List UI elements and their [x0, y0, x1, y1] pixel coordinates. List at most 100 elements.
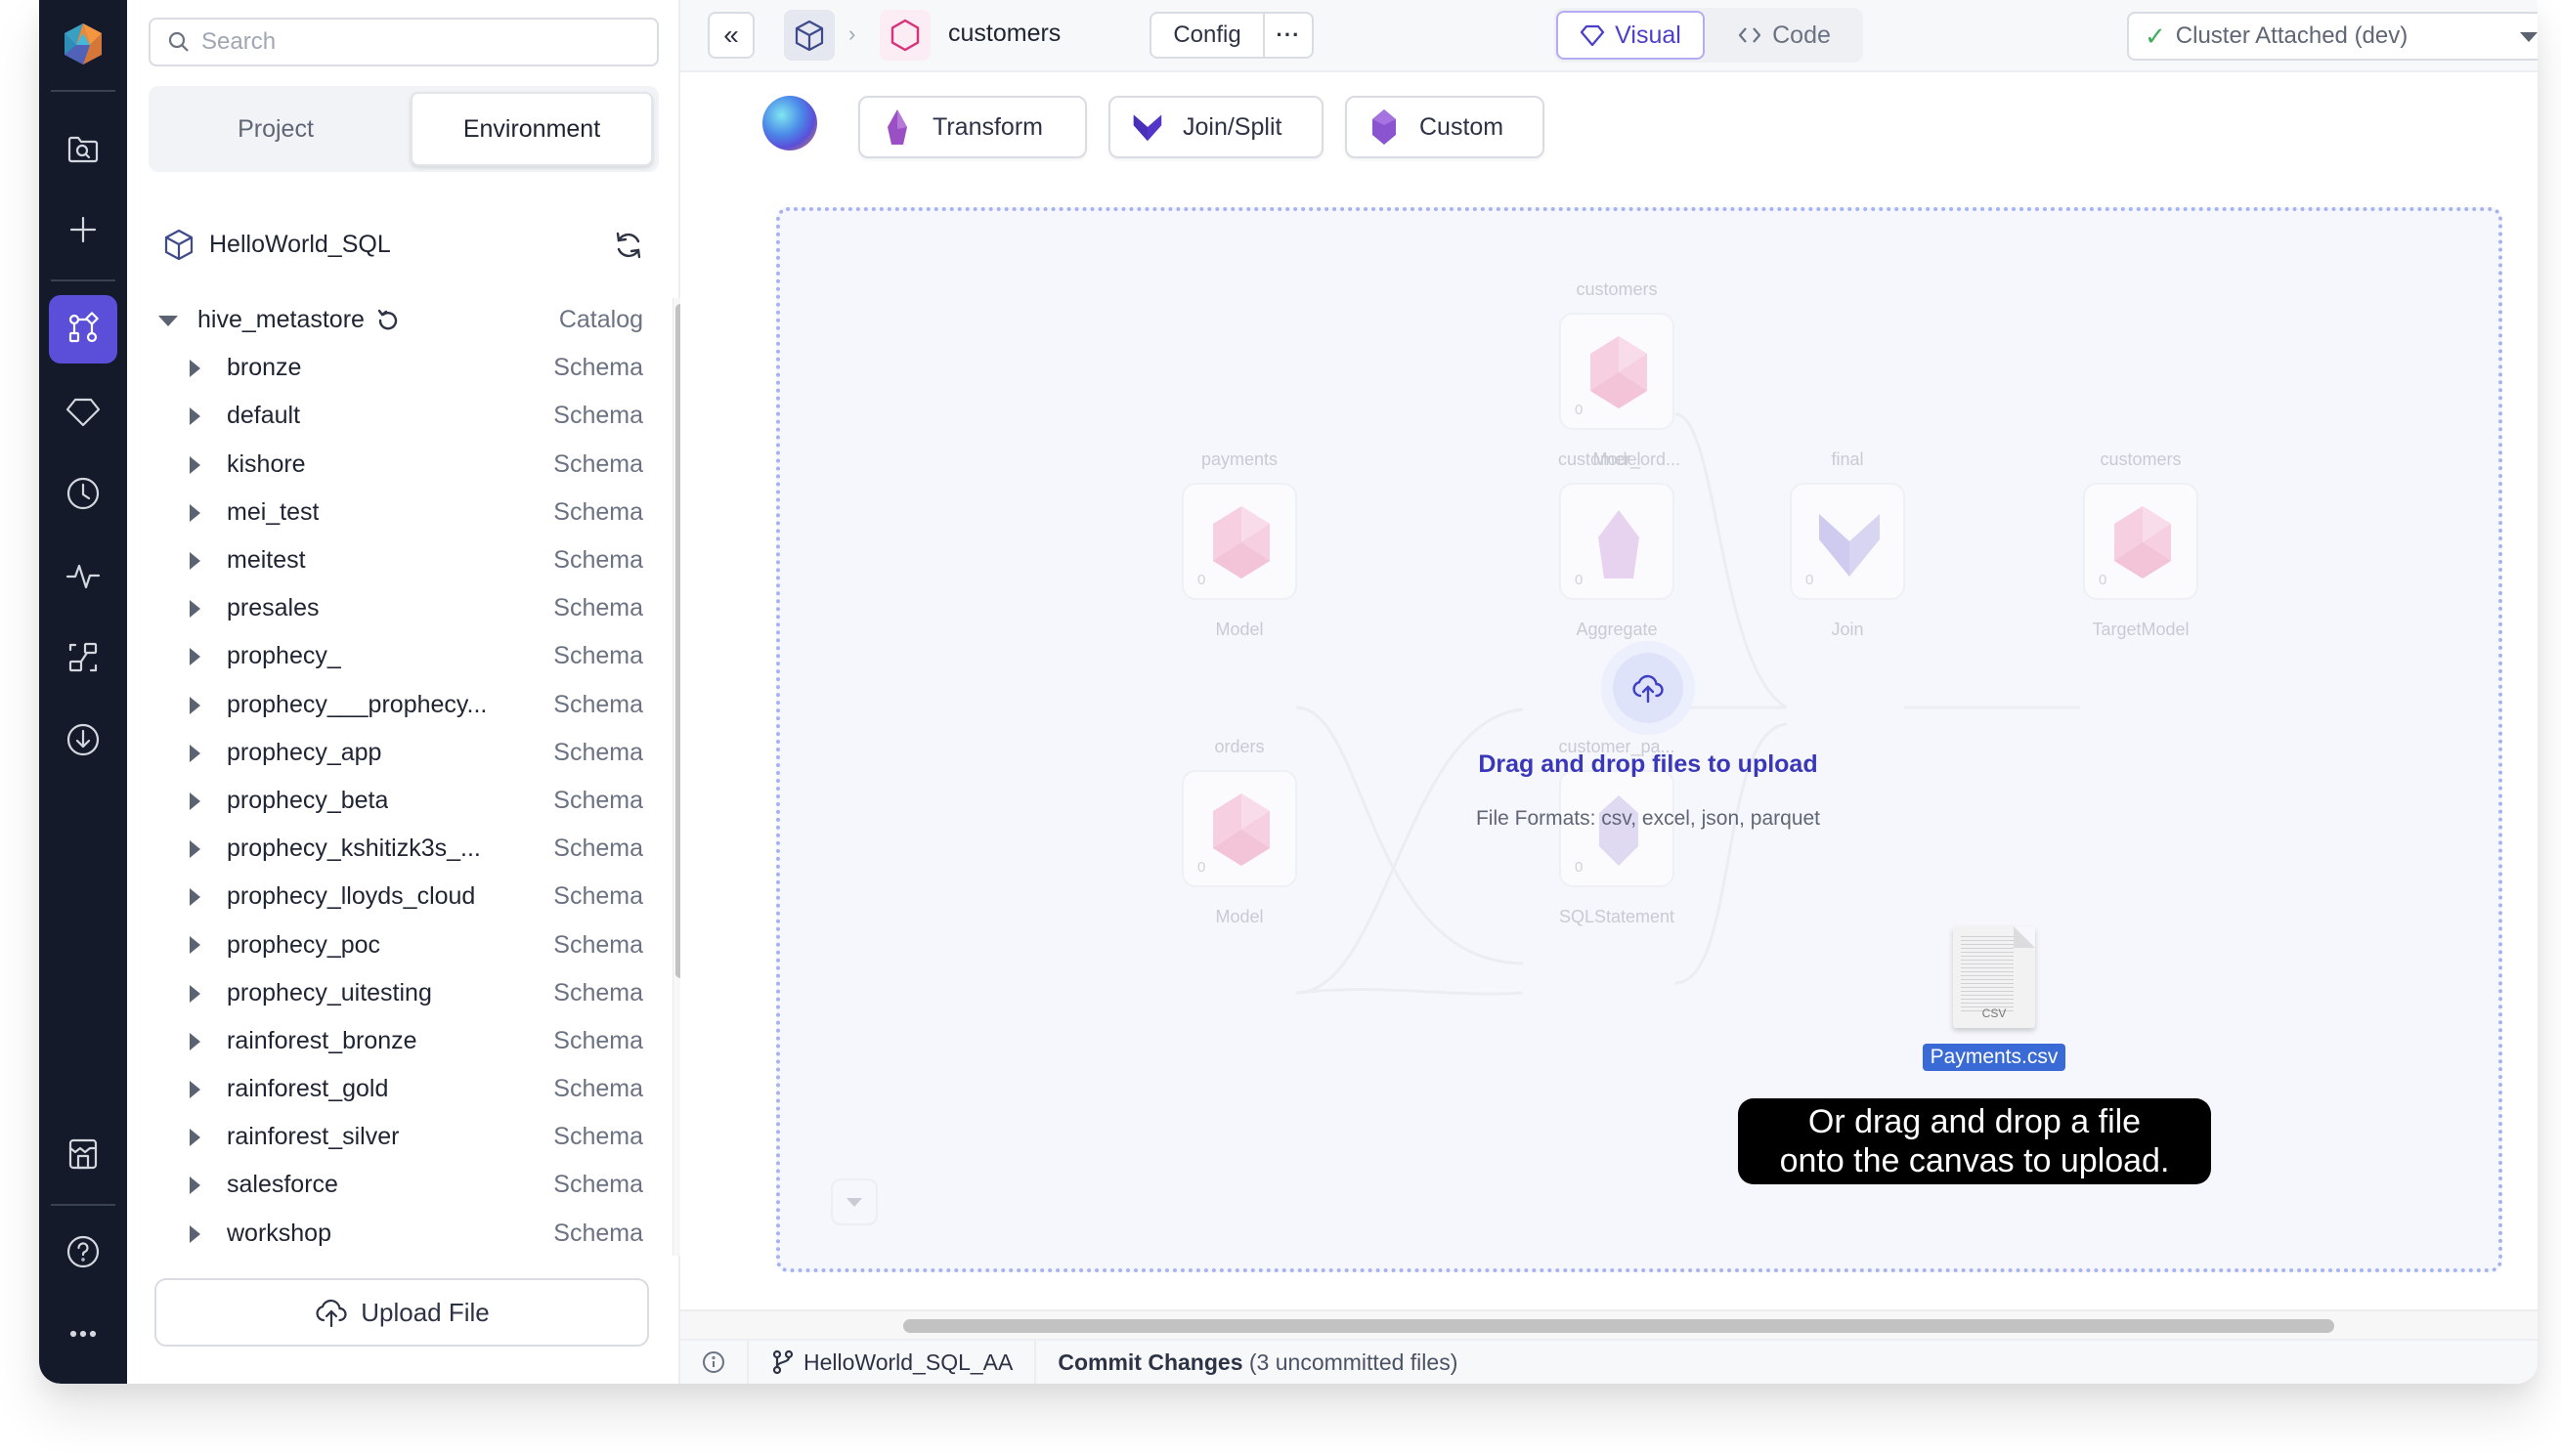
- collapse-panel-button[interactable]: «: [708, 12, 755, 59]
- schema-name: kishore: [227, 450, 306, 478]
- canvas-node[interactable]: customer_ord... 0 Aggregate: [1558, 450, 1681, 640]
- join-split-gem-button[interactable]: Join/Split: [1108, 96, 1324, 158]
- search-box[interactable]: [149, 18, 659, 66]
- tree-row-schema[interactable]: prophecy_ Schema: [149, 632, 643, 680]
- rail-item-observability[interactable]: [49, 541, 117, 610]
- breadcrumb-project[interactable]: [784, 10, 835, 61]
- node-count: 0: [1575, 859, 1584, 876]
- rail-item-help[interactable]: [49, 1218, 117, 1286]
- rail-item-jobs[interactable]: [49, 459, 117, 528]
- canvas-node[interactable]: payments 0 Model: [1181, 450, 1298, 640]
- caret-right-icon[interactable]: [190, 600, 200, 619]
- node-box[interactable]: 0: [1790, 483, 1905, 600]
- config-button[interactable]: Config: [1151, 14, 1265, 57]
- caret-right-icon[interactable]: [190, 840, 200, 859]
- tree-row-schema[interactable]: meitest Schema: [149, 536, 643, 584]
- canvas-node[interactable]: customers 0 TargetModel: [2082, 450, 2199, 640]
- transform-gem-button[interactable]: Transform: [858, 96, 1087, 158]
- tree-row-schema[interactable]: prophecy___prophecy... Schema: [149, 681, 643, 729]
- tree-row-schema[interactable]: salesforce Schema: [149, 1161, 643, 1209]
- tree-row-schema[interactable]: rainforest_silver Schema: [149, 1113, 643, 1161]
- canvas-node[interactable]: final 0 Join: [1789, 450, 1906, 640]
- canvas-node[interactable]: orders 0 Model: [1181, 737, 1298, 927]
- tree-row-schema[interactable]: prophecy_beta Schema: [149, 777, 643, 825]
- rail-item-lineage[interactable]: [49, 623, 117, 692]
- tree-row-schema[interactable]: presales Schema: [149, 584, 643, 632]
- caret-right-icon[interactable]: [190, 888, 200, 907]
- breadcrumb-model-name[interactable]: customers: [948, 20, 1061, 48]
- tree-row-schema[interactable]: rainforest_bronze Schema: [149, 1017, 643, 1065]
- upload-file-button[interactable]: Upload File: [154, 1278, 649, 1347]
- rail-item-projects[interactable]: [49, 295, 117, 364]
- node-box[interactable]: 0: [1559, 313, 1674, 430]
- rail-item-gems[interactable]: [49, 377, 117, 446]
- caret-right-icon[interactable]: [190, 648, 200, 666]
- canvas-horizontal-scrollbar[interactable]: [680, 1309, 2538, 1339]
- node-box[interactable]: 0: [1182, 770, 1297, 887]
- branch-indicator[interactable]: HelloWorld_SQL_AA: [749, 1340, 1037, 1384]
- more-options-button[interactable]: ···: [1265, 14, 1312, 57]
- tab-environment[interactable]: Environment: [411, 92, 653, 166]
- tree-row-schema[interactable]: prophecy_uitesting Schema: [149, 969, 643, 1017]
- node-box[interactable]: 0: [1182, 483, 1297, 600]
- caret-right-icon[interactable]: [190, 455, 200, 474]
- node-box[interactable]: 0: [1559, 483, 1674, 600]
- tree-row-schema[interactable]: rainforest_gold Schema: [149, 1065, 643, 1113]
- code-view-button[interactable]: Code: [1711, 11, 1857, 60]
- tree-row-kind: Schema: [553, 594, 643, 622]
- tree-row-schema[interactable]: default Schema: [149, 392, 643, 440]
- caret-right-icon[interactable]: [190, 1081, 200, 1098]
- tree-row-catalog[interactable]: hive_metastore Catalog: [149, 296, 643, 344]
- visual-view-button[interactable]: Visual: [1556, 11, 1705, 60]
- tree-row-schema[interactable]: prophecy_lloyds_cloud Schema: [149, 873, 643, 921]
- caret-right-icon[interactable]: [190, 936, 200, 955]
- caret-right-icon[interactable]: [190, 984, 200, 1003]
- canvas-hscroll-thumb[interactable]: [903, 1319, 2334, 1333]
- search-input[interactable]: [201, 28, 651, 56]
- tree-row-schema[interactable]: workshop Schema: [149, 1210, 643, 1254]
- node-type: SQLStatement: [1558, 907, 1675, 926]
- refresh-icon[interactable]: [612, 229, 645, 262]
- caret-right-icon[interactable]: [190, 1129, 200, 1147]
- git-branch-icon: [772, 1349, 794, 1375]
- commit-changes-link[interactable]: Commit Changes (3 uncommitted files): [1036, 1349, 1457, 1376]
- caret-down-icon[interactable]: [158, 316, 178, 326]
- rail-item-create[interactable]: [49, 195, 117, 264]
- rail-item-imports[interactable]: [49, 706, 117, 774]
- caret-right-icon[interactable]: [190, 503, 200, 522]
- caret-right-icon[interactable]: [190, 792, 200, 810]
- caret-right-icon[interactable]: [190, 1177, 200, 1195]
- tree-row-kind: Schema: [553, 546, 643, 575]
- rail-item-browse[interactable]: [49, 113, 117, 182]
- rail-item-more[interactable]: [49, 1300, 117, 1368]
- caret-right-icon[interactable]: [190, 360, 200, 378]
- caret-right-icon[interactable]: [190, 551, 200, 570]
- gem-orb-icon[interactable]: [762, 96, 817, 150]
- tree-row-schema[interactable]: prophecy_poc Schema: [149, 921, 643, 968]
- reload-icon[interactable]: [374, 307, 402, 334]
- pipeline-canvas[interactable]: customers 0 Model payments 0 Model customer_or…: [776, 207, 2502, 1272]
- caret-right-icon[interactable]: [190, 407, 200, 426]
- tree-row-schema[interactable]: prophecy_kshitizk3s_... Schema: [149, 825, 643, 873]
- tree-row-schema[interactable]: mei_test Schema: [149, 489, 643, 536]
- canvas-collapse-toggle[interactable]: [831, 1178, 878, 1225]
- info-button[interactable]: [680, 1340, 749, 1384]
- rail-item-marketplace[interactable]: [49, 1120, 117, 1188]
- custom-gem-button[interactable]: Custom: [1345, 96, 1544, 158]
- tree-row-schema[interactable]: kishore Schema: [149, 441, 643, 489]
- tree-row-schema[interactable]: prophecy_app Schema: [149, 729, 643, 777]
- canvas-node[interactable]: customers 0 Model: [1558, 279, 1675, 470]
- cluster-select[interactable]: ✓ Cluster Attached (dev): [2127, 12, 2538, 61]
- node-title: customer_ord...: [1558, 450, 1681, 469]
- tree-row-schema[interactable]: bronze Schema: [149, 344, 643, 392]
- caret-right-icon[interactable]: [190, 1224, 200, 1243]
- prophecy-logo-icon[interactable]: [61, 21, 106, 66]
- upload-drop-target[interactable]: [1601, 641, 1695, 735]
- caret-right-icon[interactable]: [190, 696, 200, 714]
- tab-project[interactable]: Project: [154, 92, 397, 166]
- caret-right-icon[interactable]: [190, 744, 200, 762]
- node-box[interactable]: 0: [2083, 483, 2198, 600]
- diamond-icon: [65, 398, 101, 427]
- dragged-file[interactable]: CSV Payments.csv: [1916, 926, 2072, 1071]
- caret-right-icon[interactable]: [190, 1032, 200, 1050]
